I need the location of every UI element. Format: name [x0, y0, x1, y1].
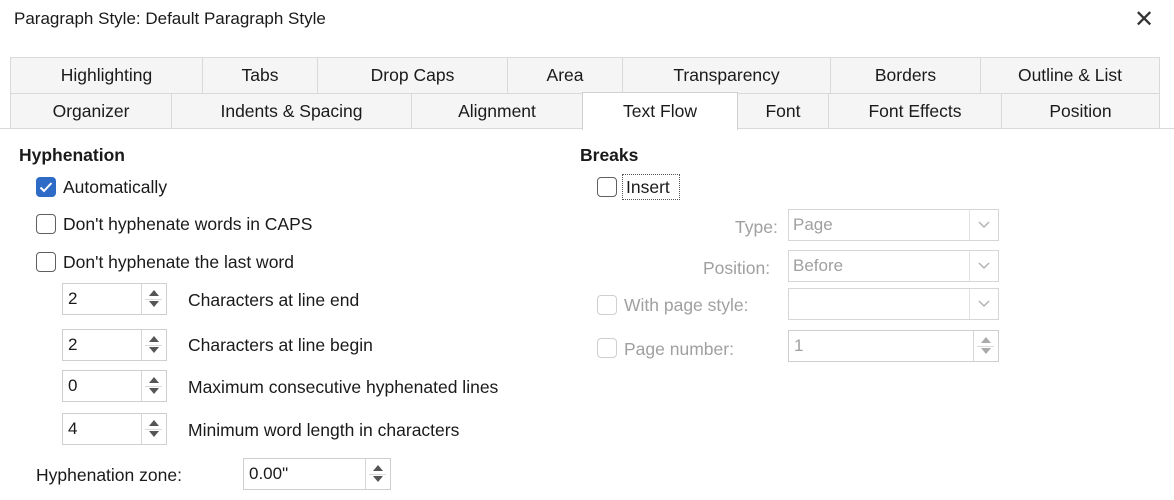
hyphenation-zone-spin[interactable]: 0.00" — [243, 458, 391, 490]
tab-position[interactable]: Position — [1001, 93, 1160, 129]
position-chevron-down-icon[interactable] — [969, 251, 998, 281]
tab-outline-list[interactable]: Outline & List — [980, 57, 1160, 93]
min-word-length-label: Minimum word length in characters — [188, 420, 460, 440]
tab-area[interactable]: Area — [507, 57, 623, 93]
tab-row-back: Highlighting Tabs Drop Caps Area Transpa… — [10, 57, 1160, 93]
with-page-style-checkbox[interactable] — [597, 295, 617, 315]
max-consecutive-stepper[interactable] — [141, 371, 166, 401]
max-consecutive-spin[interactable]: 0 — [62, 370, 167, 402]
tab-tabs[interactable]: Tabs — [202, 57, 318, 93]
tab-highlighting[interactable]: Highlighting — [10, 57, 203, 93]
tab-indents-spacing[interactable]: Indents & Spacing — [171, 93, 412, 129]
position-combo[interactable]: Before — [788, 250, 999, 282]
min-word-length-value: 4 — [68, 419, 78, 438]
automatically-checkbox[interactable] — [36, 177, 56, 197]
hyphenation-zone-label: Hyphenation zone: — [36, 465, 182, 485]
tab-font[interactable]: Font — [737, 93, 829, 129]
page-style-combo[interactable] — [788, 288, 999, 320]
dialog-title: Paragraph Style: Default Paragraph Style — [14, 9, 326, 28]
chars-line-begin-spin[interactable]: 2 — [62, 329, 167, 361]
type-value: Page — [793, 215, 833, 234]
tab-organizer[interactable]: Organizer — [10, 93, 172, 129]
breaks-heading: Breaks — [580, 145, 639, 165]
hyphenation-zone-value: 0.00" — [249, 464, 289, 483]
close-icon[interactable]: ✕ — [1131, 7, 1157, 33]
tab-text-flow[interactable]: Text Flow — [582, 92, 738, 130]
position-value: Before — [793, 256, 844, 275]
page-number-value: 1 — [794, 336, 804, 355]
hyphenation-zone-stepper[interactable] — [365, 459, 390, 489]
page-style-chevron-down-icon[interactable] — [969, 289, 998, 319]
page-number-stepper[interactable] — [973, 331, 998, 361]
page-number-spin[interactable]: 1 — [788, 330, 999, 362]
tab-borders[interactable]: Borders — [830, 57, 981, 93]
chars-line-begin-value: 2 — [68, 335, 78, 354]
tab-transparency[interactable]: Transparency — [622, 57, 831, 93]
max-consecutive-value: 0 — [68, 376, 78, 395]
page-number-checkbox[interactable] — [597, 338, 617, 358]
tab-alignment[interactable]: Alignment — [411, 93, 583, 129]
with-page-style-label: With page style: — [624, 295, 749, 315]
last-word-label: Don't hyphenate the last word — [63, 252, 294, 272]
last-word-checkbox[interactable] — [36, 252, 56, 272]
tab-row-front: Organizer Indents & Spacing Alignment Te… — [10, 92, 1160, 130]
checkmark-icon — [39, 182, 53, 193]
position-label: Position: — [703, 258, 771, 278]
automatically-label: Automatically — [63, 177, 168, 197]
caps-checkbox[interactable] — [36, 214, 56, 234]
chars-line-end-value: 2 — [68, 289, 78, 308]
chars-line-end-label: Characters at line end — [188, 290, 360, 310]
caps-label: Don't hyphenate words in CAPS — [63, 214, 313, 234]
min-word-length-stepper[interactable] — [141, 414, 166, 444]
paragraph-style-dialog: Paragraph Style: Default Paragraph Style… — [0, 0, 1174, 500]
hyphenation-heading: Hyphenation — [19, 145, 125, 165]
insert-label: Insert — [626, 177, 670, 197]
max-consecutive-label: Maximum consecutive hyphenated lines — [188, 377, 499, 397]
tab-font-effects[interactable]: Font Effects — [828, 93, 1002, 129]
insert-checkbox[interactable] — [597, 177, 617, 197]
min-word-length-spin[interactable]: 4 — [62, 413, 167, 445]
page-number-label: Page number: — [624, 339, 734, 359]
tab-drop-caps[interactable]: Drop Caps — [317, 57, 508, 93]
chars-line-begin-stepper[interactable] — [141, 330, 166, 360]
type-label: Type: — [735, 217, 778, 237]
chars-line-end-spin[interactable]: 2 — [62, 283, 167, 315]
type-chevron-down-icon[interactable] — [969, 210, 998, 240]
type-combo[interactable]: Page — [788, 209, 999, 241]
chars-line-end-stepper[interactable] — [141, 284, 166, 314]
tab-bar: Highlighting Tabs Drop Caps Area Transpa… — [10, 57, 1160, 130]
chars-line-begin-label: Characters at line begin — [188, 335, 373, 355]
